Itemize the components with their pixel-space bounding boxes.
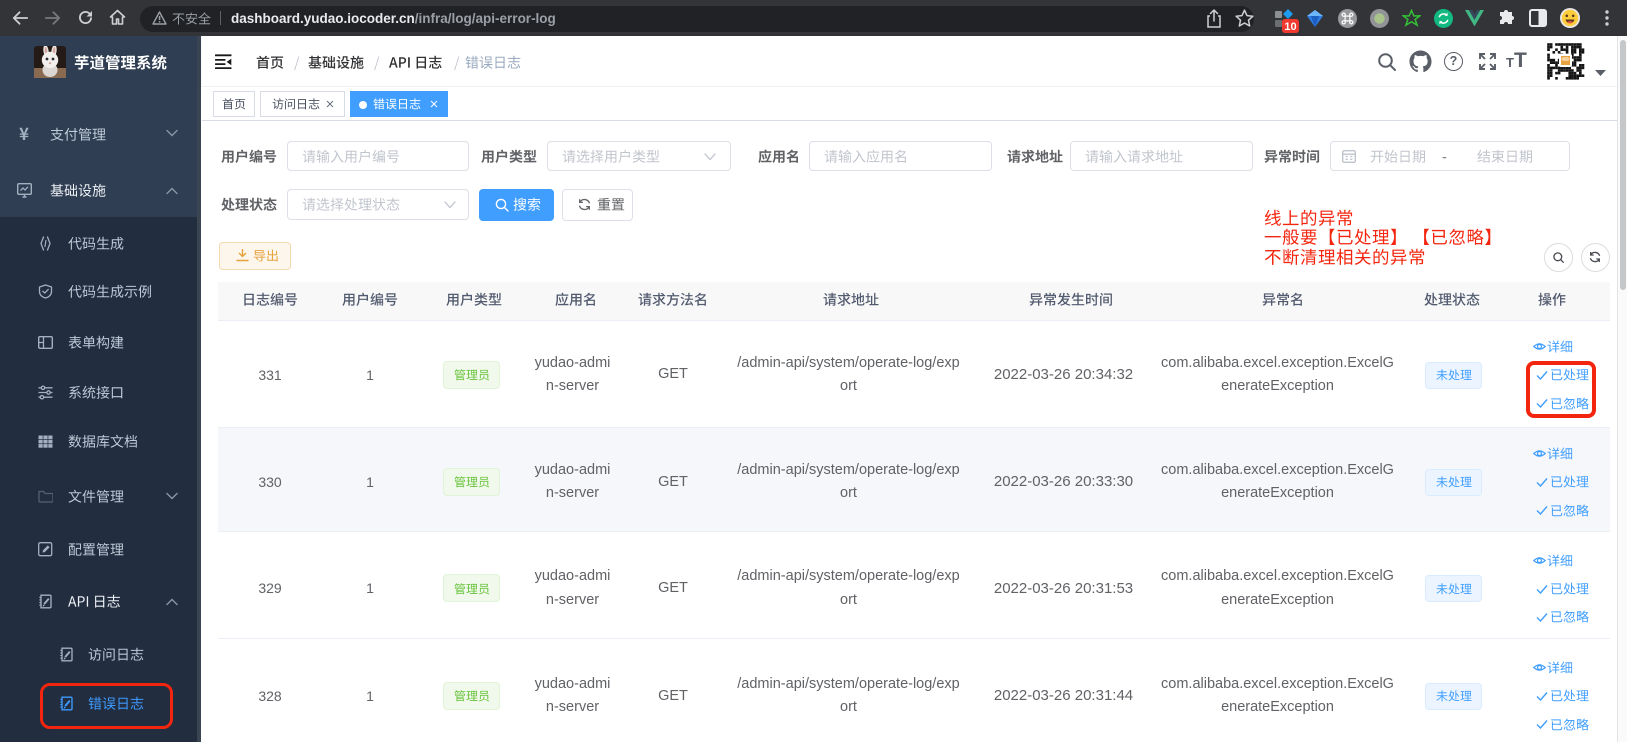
svg-text:10: 10 <box>1284 21 1296 33</box>
